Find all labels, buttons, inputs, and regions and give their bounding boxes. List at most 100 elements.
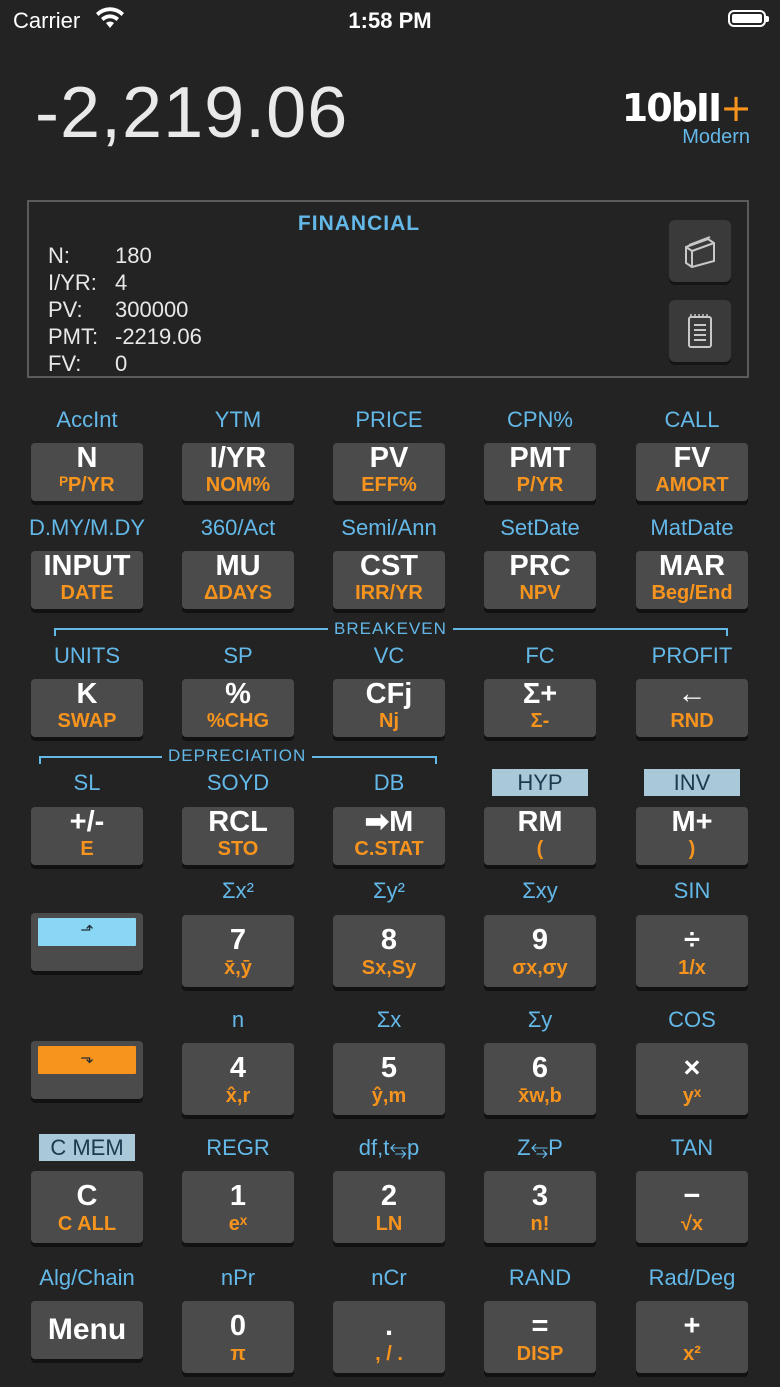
key-r1c0[interactable]: INPUT DATE (31, 551, 143, 609)
key-r1c4[interactable]: MAR Beg/End (636, 551, 748, 609)
key-orange-label: √x (680, 1213, 704, 1235)
key-r6c2[interactable]: 2 LN (333, 1171, 445, 1243)
register-list: N: 180 I/YR: 4 PV: 300000 PMT: -2219.06 FV: 0 (48, 242, 202, 377)
key-r0c2[interactable]: PV EFF% (333, 443, 445, 501)
key-r3c1[interactable]: RCL STO (182, 807, 294, 865)
key-r0c1[interactable]: I/YR NOM% (182, 443, 294, 501)
key-orange-label: x² (683, 1343, 701, 1365)
key-r4c1[interactable]: 7 x̄,ȳ (182, 915, 294, 987)
key-r1c3[interactable]: PRC NPV (484, 551, 596, 609)
shift-label-r4c1: Σx² (222, 878, 254, 903)
key-orange-label: Nj (379, 710, 399, 732)
key-orange-label: x̂,r (225, 1085, 251, 1107)
key-r1c1[interactable]: MU ΔDAYS (182, 551, 294, 609)
key-r0c3[interactable]: PMT P/YR (484, 443, 596, 501)
panel-title: FINANCIAL (297, 212, 421, 235)
key-r6c4[interactable]: − √x (636, 1171, 748, 1243)
key-r5c3[interactable]: 6 x̄w,b (484, 1043, 596, 1115)
key-r0c0[interactable]: NᴾP/YR (31, 443, 143, 501)
key-r7c2[interactable]: ., / . (333, 1301, 445, 1373)
key-orange-label: Sx,Sy (361, 957, 417, 979)
key-primary-label: PV (369, 442, 409, 474)
key-r7c3[interactable]: = DISP (484, 1301, 596, 1373)
shift-label-r6c3: Z⥃P (517, 1135, 563, 1160)
key-r0c4[interactable]: FV AMORT (636, 443, 748, 501)
battery-icon (728, 10, 769, 27)
key-r2c2[interactable]: CFj Nj (333, 679, 445, 737)
key-primary-label: ÷ (684, 924, 700, 956)
key-r3c0[interactable]: +/- E (31, 807, 143, 865)
panel-switch-button[interactable] (669, 220, 731, 282)
key-primary-label: 8 (380, 924, 398, 956)
key-r7c0[interactable]: Menu (31, 1301, 143, 1359)
key-primary-label: 1 (229, 1180, 247, 1212)
key-r4c4[interactable]: ÷ 1/x (636, 915, 748, 987)
shift-label-r6c1: REGR (206, 1135, 270, 1160)
key-r7c4[interactable]: + x² (636, 1301, 748, 1373)
key-r6c3[interactable]: 3 n! (484, 1171, 596, 1243)
key-r2c0[interactable]: K SWAP (31, 679, 143, 737)
app-logo: 10bII+ Modern (622, 88, 752, 149)
shift-label-r6c0: C MEM (39, 1134, 135, 1161)
key-r2c3[interactable]: Σ+ Σ- (484, 679, 596, 737)
shift-label-r3c3: HYP (492, 769, 588, 796)
orange-shift-key[interactable]: ⬎ (31, 1041, 143, 1099)
shift-label-r2c1: SP (223, 643, 253, 668)
key-primary-label: M+ (671, 806, 713, 838)
key-primary-label: K (76, 678, 98, 710)
register-row-pmt: PMT: -2219.06 (48, 324, 202, 349)
key-primary-label: CST (360, 550, 418, 582)
key-r3c2[interactable]: ➡M C.STAT (333, 807, 445, 865)
shift-label-r3c0: SL (73, 770, 101, 795)
key-primary-label: +/- (69, 806, 105, 838)
key-r3c3[interactable]: RM( (484, 807, 596, 865)
key-primary-label: 4 (229, 1052, 247, 1084)
key-r2c1[interactable]: % %CHG (182, 679, 294, 737)
register-row-fv: FV: 0 (48, 351, 128, 376)
tape-button[interactable] (669, 300, 731, 362)
key-orange-label: DATE (60, 582, 114, 604)
key-r5c2[interactable]: 5 ŷ,m (333, 1043, 445, 1115)
key-primary-label: × (683, 1052, 701, 1084)
key-r5c4[interactable]: × yˣ (636, 1043, 748, 1115)
key-r6c1[interactable]: 1 eˣ (182, 1171, 294, 1243)
shift-label-r2c3: FC (525, 643, 555, 668)
key-orange-label: 1/x (678, 957, 706, 979)
key-r4c2[interactable]: 8 Sx,Sy (333, 915, 445, 987)
key-orange-label: LN (375, 1213, 403, 1235)
shift-label-r1c0: D.MY/M.DY (28, 515, 146, 540)
status-bar: Carrier 1:58 PM (0, 0, 780, 40)
key-r3c4[interactable]: M+) (636, 807, 748, 865)
key-r1c2[interactable]: CST IRR/YR (333, 551, 445, 609)
key-primary-label: . (384, 1310, 394, 1342)
shift-label-r7c0: Alg/Chain (39, 1265, 135, 1290)
shift-label-r0c1: YTM (214, 407, 262, 432)
key-primary-label: RM (517, 806, 563, 838)
key-orange-label: n! (530, 1213, 550, 1235)
key-orange-label: x̄w,b (518, 1085, 562, 1107)
key-orange-label: %CHG (206, 710, 270, 732)
key-r5c1[interactable]: 4 x̂,r (182, 1043, 294, 1115)
key-r2c4[interactable]: ← RND (636, 679, 748, 737)
main-display: -2,219.06 (35, 73, 349, 153)
clock: 1:58 PM (348, 8, 432, 33)
register-row-n: N: 180 (48, 243, 152, 268)
key-r4c3[interactable]: 9 σx,σy (484, 915, 596, 987)
shift-label-r4c4: SIN (673, 878, 711, 903)
key-primary-label: C (76, 1180, 98, 1212)
shift-label-r4c3: Σxy (522, 878, 558, 903)
shift-label-r0c0: AccInt (56, 407, 118, 432)
key-primary-label: 7 (229, 924, 247, 956)
shift-label-r1c2: Semi/Ann (341, 515, 437, 540)
shift-label-r1c1: 360/Act (200, 515, 276, 540)
key-r6c0[interactable]: CC ALL (31, 1171, 143, 1243)
key-primary-label: + (683, 1310, 701, 1342)
blue-shift-key[interactable]: ⬏ (31, 913, 143, 971)
key-orange-label: ŷ,m (371, 1085, 407, 1107)
key-orange-label: Σ- (530, 710, 550, 732)
key-orange-label: π (230, 1343, 246, 1365)
key-r7c1[interactable]: 0π (182, 1301, 294, 1373)
key-primary-label: MU (215, 550, 261, 582)
key-primary-label: 3 (531, 1180, 549, 1212)
shift-label-r7c3: RAND (508, 1265, 572, 1290)
